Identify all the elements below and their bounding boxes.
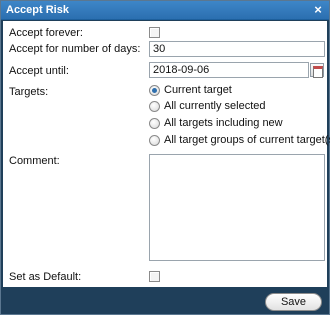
calendar-icon[interactable] (310, 63, 324, 78)
set-default-checkbox[interactable] (149, 271, 160, 282)
set-default-label: Set as Default: (9, 271, 82, 283)
radio-selected-icon[interactable] (149, 85, 160, 96)
accept-until-label: Accept until: (9, 65, 69, 77)
comment-label: Comment: (9, 155, 60, 167)
radio-icon[interactable] (149, 118, 160, 129)
target-option-label: All target groups of current target(s) (164, 134, 330, 146)
accept-forever-label: Accept forever: (9, 27, 83, 39)
radio-icon[interactable] (149, 101, 160, 112)
accept-risk-dialog: Accept Risk × Accept forever: Accept for… (0, 0, 330, 315)
targets-label: Targets: (9, 86, 49, 98)
dialog-title: Accept Risk (6, 4, 69, 16)
radio-icon[interactable] (149, 135, 160, 146)
save-button[interactable]: Save (265, 293, 322, 311)
accept-days-label: Accept for number of days: (9, 43, 141, 55)
dialog-footer: Save (1, 288, 329, 314)
target-option-label: Current target (164, 84, 232, 96)
target-option-label: All currently selected (164, 100, 266, 112)
accept-forever-checkbox[interactable] (149, 27, 160, 38)
close-icon[interactable]: × (311, 3, 325, 17)
dialog-titlebar[interactable]: Accept Risk × (1, 1, 329, 20)
comment-textarea[interactable] (149, 154, 325, 261)
accept-until-input[interactable] (149, 62, 309, 78)
accept-days-input[interactable] (149, 41, 325, 57)
target-option-label: All targets including new (164, 117, 283, 129)
dialog-content: Accept forever: Accept for number of day… (3, 21, 330, 287)
